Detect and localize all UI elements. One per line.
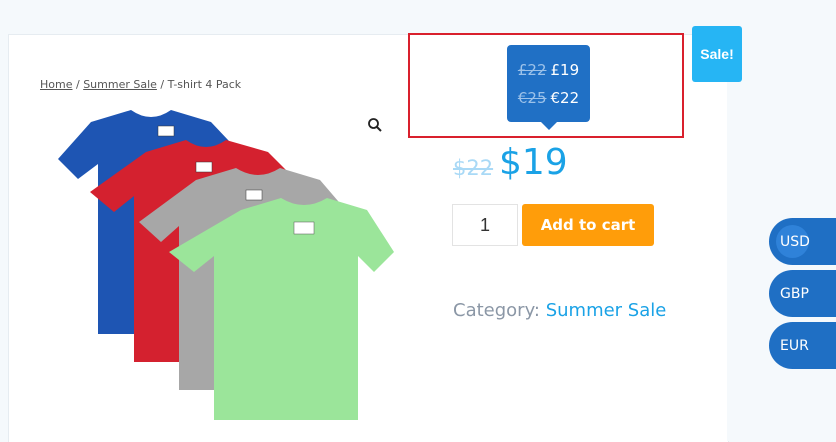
breadcrumb-separator: /: [156, 78, 168, 91]
quantity-input[interactable]: 1: [452, 204, 518, 246]
gbp-new-price: £19: [550, 61, 580, 79]
category-label: Category:: [453, 300, 546, 321]
breadcrumb: Home / Summer Sale / T-shirt 4 Pack: [40, 78, 241, 91]
eur-new-price: €22: [550, 89, 580, 107]
currency-usd-button[interactable]: USD: [769, 218, 836, 265]
breadcrumb-home-link[interactable]: Home: [40, 78, 72, 91]
eur-old-price: €25: [517, 89, 547, 107]
magnifier-icon[interactable]: [366, 116, 384, 134]
old-price: $22: [453, 156, 494, 180]
breadcrumb-category-link[interactable]: Summer Sale: [83, 78, 157, 91]
currency-gbp-button[interactable]: GBP: [769, 270, 836, 317]
currency-gbp-label: GBP: [780, 285, 809, 302]
sale-badge: Sale!: [692, 26, 742, 82]
product-image[interactable]: [36, 104, 406, 434]
new-price: $19: [499, 142, 568, 183]
gbp-price-line: £22 £19: [507, 61, 590, 79]
currency-eur-label: EUR: [780, 337, 809, 354]
gbp-old-price: £22: [517, 61, 547, 79]
currency-price-tooltip: £22 £19 €25 €22: [507, 45, 590, 130]
breadcrumb-separator: /: [72, 78, 84, 91]
category-link[interactable]: Summer Sale: [546, 300, 667, 321]
product-category: Category: Summer Sale: [453, 300, 666, 321]
breadcrumb-current: T-shirt 4 Pack: [167, 78, 242, 91]
currency-eur-button[interactable]: EUR: [769, 322, 836, 369]
eur-price-line: €25 €22: [507, 89, 590, 107]
currency-usd-label: USD: [780, 233, 810, 250]
add-to-cart-button[interactable]: Add to cart: [522, 204, 654, 246]
